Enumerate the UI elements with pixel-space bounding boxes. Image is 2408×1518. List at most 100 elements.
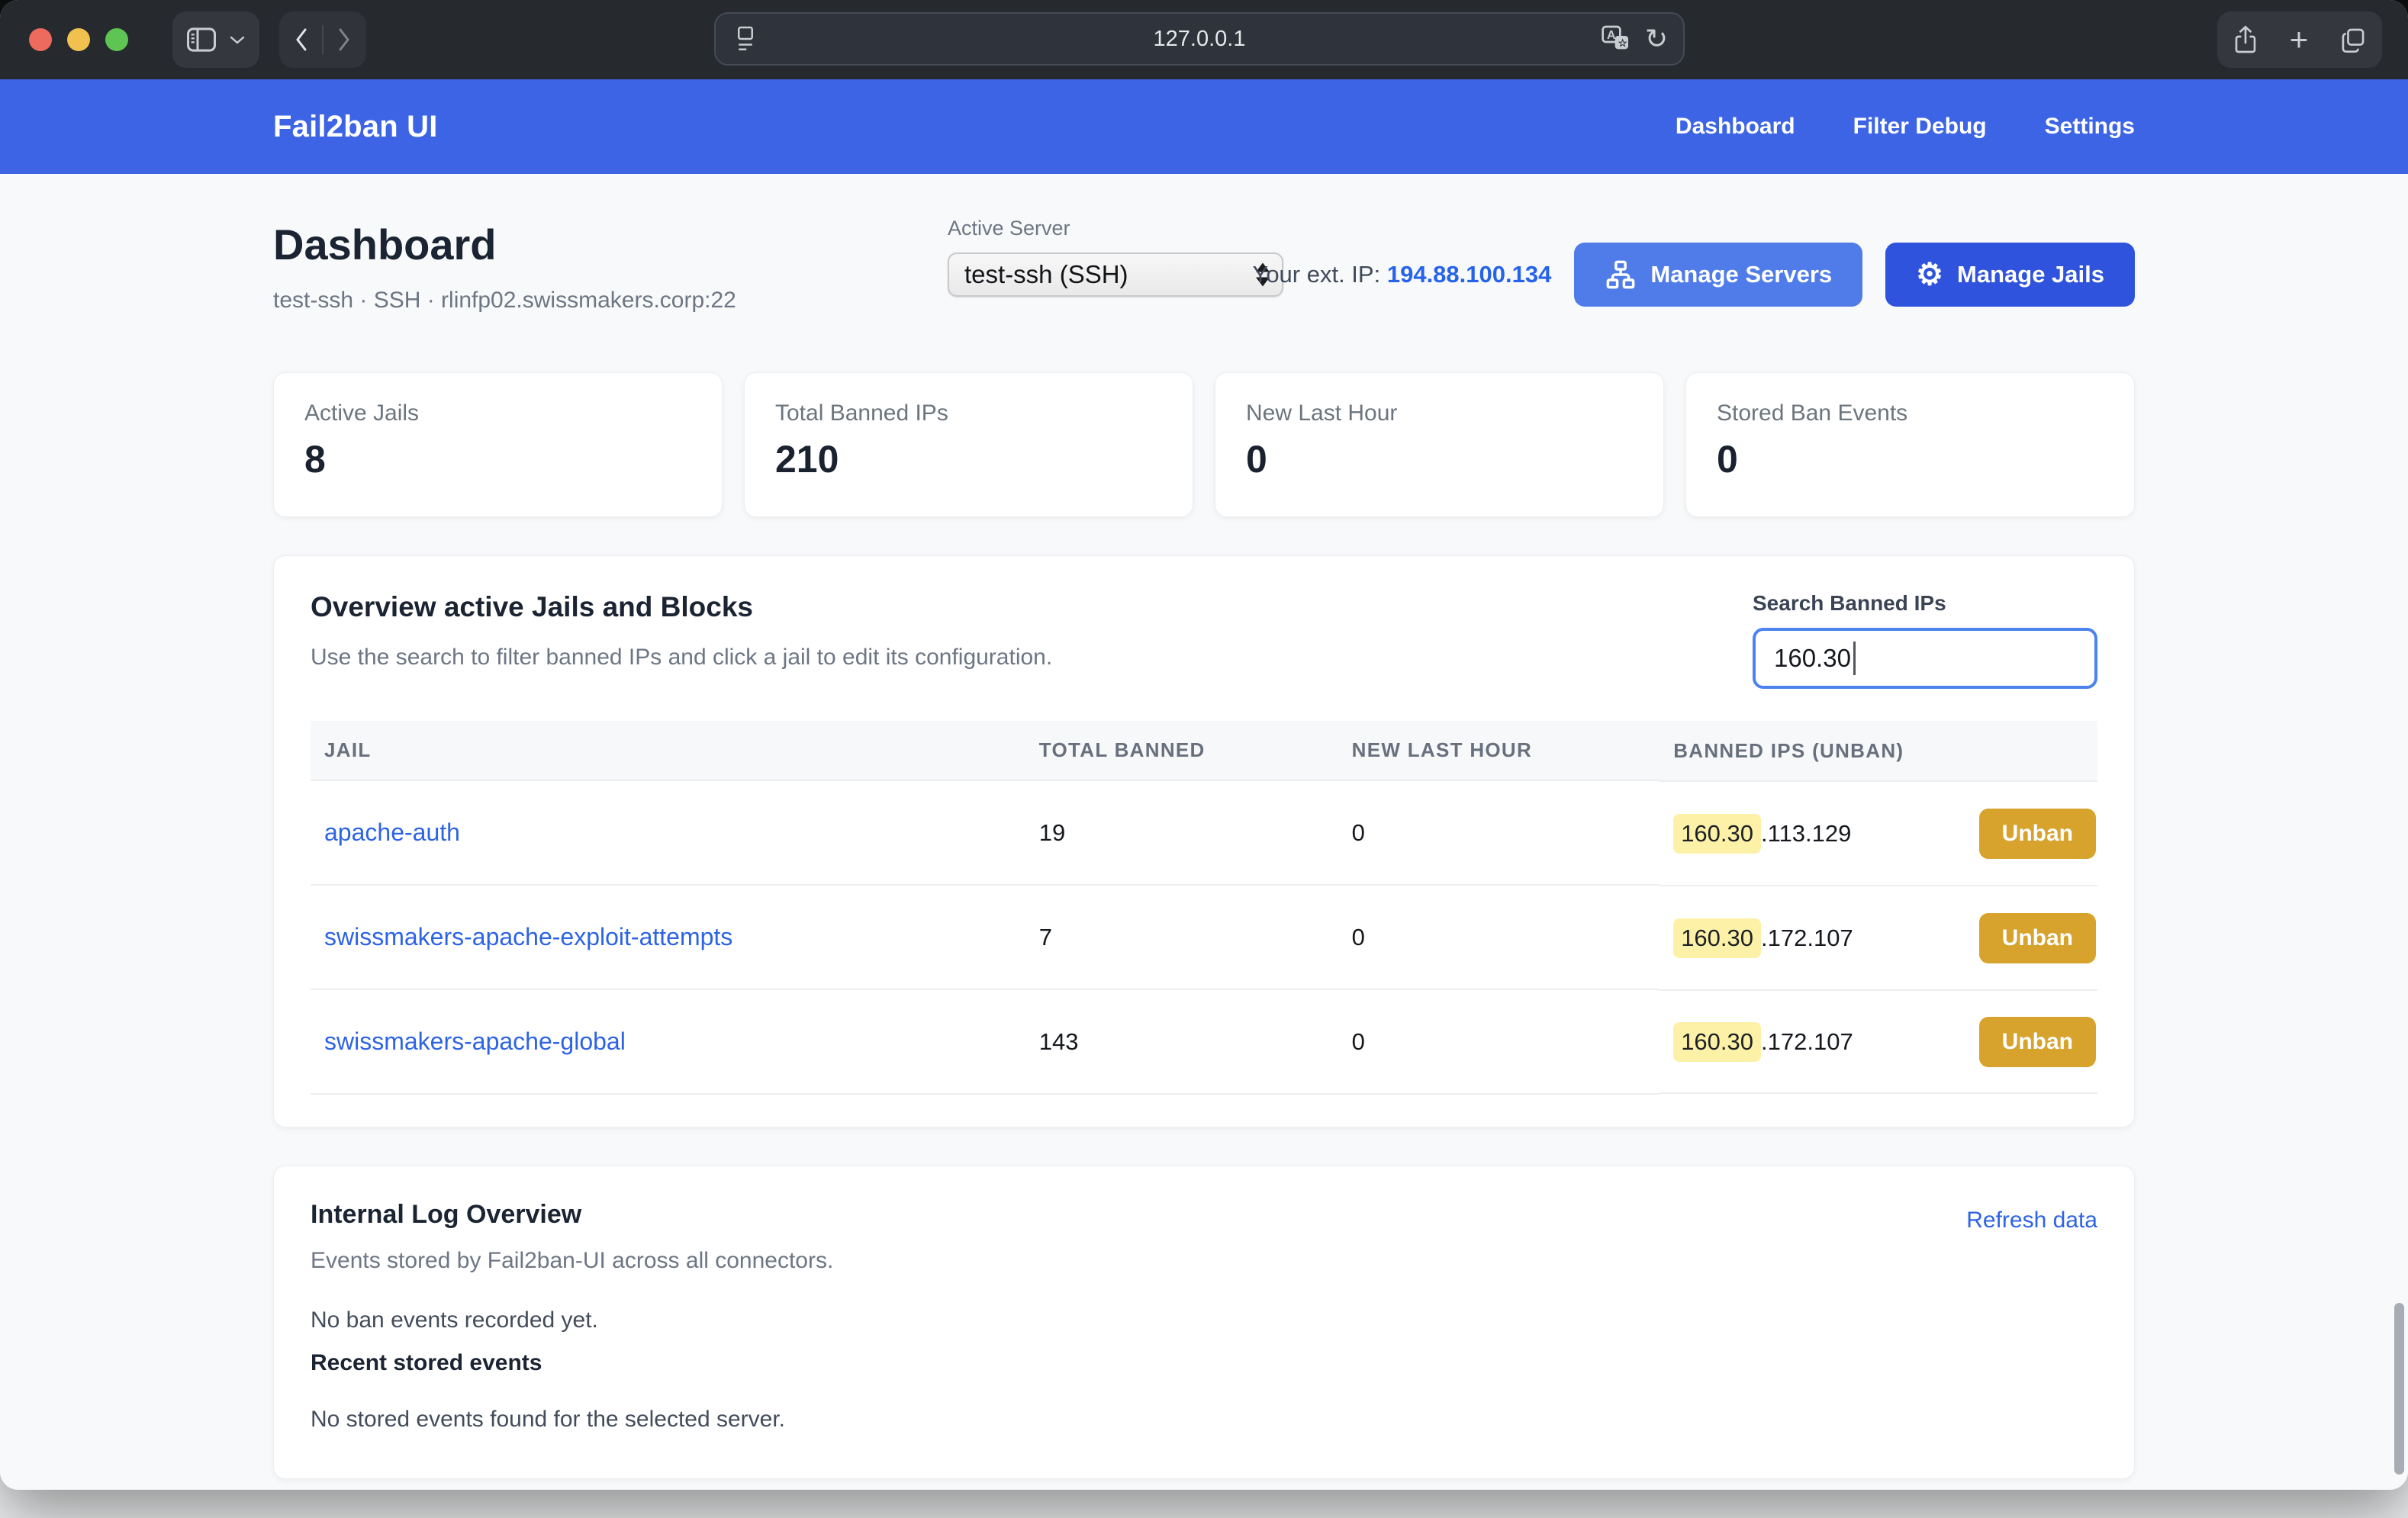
close-window-button[interactable] <box>29 28 52 51</box>
jail-link[interactable]: apache-auth <box>324 818 460 846</box>
log-title: Internal Log Overview <box>311 1200 833 1230</box>
header-actions: Your ext. IP: 194.88.100.134 <box>1252 243 2135 307</box>
log-heading-block: Internal Log Overview Events stored by F… <box>311 1200 833 1274</box>
gear-icon: ⚙ <box>1916 259 1943 290</box>
manage-jails-button[interactable]: ⚙ Manage Jails <box>1885 243 2135 307</box>
overview-title: Overview active Jails and Blocks <box>311 591 1052 623</box>
banned-ip: 160.30.172.107 <box>1673 918 1853 958</box>
url-text: 127.0.0.1 <box>716 27 1683 52</box>
table-row: swissmakers-apache-global 143 0 160.30.1… <box>311 989 2097 1094</box>
divider <box>322 25 324 54</box>
stat-card-stored-ban-events: Stored Ban Events 0 <box>1685 372 2135 517</box>
stat-label: Total Banned IPs <box>775 400 1162 426</box>
minimize-window-button[interactable] <box>67 28 90 51</box>
app-navbar: Fail2ban UI Dashboard Filter Debug Setti… <box>0 79 2408 174</box>
zoom-window-button[interactable] <box>105 28 128 51</box>
nav-item-settings[interactable]: Settings <box>2045 114 2135 140</box>
manage-servers-button[interactable]: Manage Servers <box>1574 243 1862 307</box>
table-row: swissmakers-apache-exploit-attempts 7 0 … <box>311 885 2097 989</box>
manage-jails-label: Manage Jails <box>1957 261 2104 288</box>
search-label: Search Banned IPs <box>1753 591 2097 616</box>
ip-highlight: 160.30 <box>1673 918 1761 958</box>
external-ip-value[interactable]: 194.88.100.134 <box>1387 261 1552 288</box>
active-server-label: Active Server <box>948 217 1283 240</box>
column-header-new-last-hour: New Last Hour <box>1338 721 1660 780</box>
forward-icon[interactable] <box>336 27 353 53</box>
refresh-data-link[interactable]: Refresh data <box>1966 1208 2097 1233</box>
ip-rest: .172.107 <box>1761 925 1853 952</box>
external-ip: Your ext. IP: 194.88.100.134 <box>1252 261 1551 288</box>
sidebar-controls <box>172 11 259 68</box>
new-tab-icon[interactable]: + <box>2290 24 2309 56</box>
back-icon[interactable] <box>293 27 310 53</box>
stat-value: 0 <box>1717 437 2104 481</box>
sitemap-icon <box>1605 259 1637 291</box>
stat-card-total-banned: Total Banned IPs 210 <box>744 372 1193 517</box>
ip-highlight: 160.30 <box>1673 1022 1761 1062</box>
text-caret <box>1853 642 1856 675</box>
search-banned-ips-input[interactable]: 160.30 <box>1753 628 2097 689</box>
address-bar[interactable]: 127.0.0.1 A ☆ ↻ <box>714 12 1685 66</box>
active-server-block: Active Server test-ssh (SSH) <box>948 217 1283 297</box>
page-body: Dashboard test-ssh · SSH · rlinfp02.swis… <box>0 174 2408 1490</box>
nav-item-filter-debug[interactable]: Filter Debug <box>1853 114 1987 140</box>
total-banned-value: 7 <box>1039 924 1052 950</box>
empty-ban-events-text: No ban events recorded yet. <box>311 1307 2097 1333</box>
column-header-banned-ips: Banned IPs (Unban) <box>1660 721 2097 780</box>
stat-label: New Last Hour <box>1246 400 1633 426</box>
nav-item-dashboard[interactable]: Dashboard <box>1676 114 1795 140</box>
banned-ip: 160.30.172.107 <box>1673 1022 1853 1062</box>
browser-window: 127.0.0.1 A ☆ ↻ <box>0 0 2408 1490</box>
total-banned-value: 143 <box>1039 1028 1079 1055</box>
stat-value: 0 <box>1246 437 1633 481</box>
toolbar-right: + <box>2217 11 2382 68</box>
overview-description: Use the search to filter banned IPs and … <box>311 645 1052 671</box>
stat-label: Active Jails <box>304 400 691 426</box>
empty-stored-events-text: No stored events found for the selected … <box>311 1407 2097 1433</box>
column-header-jail: Jail <box>311 721 1025 780</box>
banned-ip: 160.30.113.129 <box>1673 814 1851 854</box>
app-brand[interactable]: Fail2ban UI <box>273 110 438 144</box>
new-last-hour-value: 0 <box>1352 924 1365 950</box>
tab-overview-icon[interactable] <box>2340 27 2366 53</box>
ip-rest: .172.107 <box>1761 1028 1853 1056</box>
share-icon[interactable] <box>2233 24 2258 55</box>
recent-stored-events-title: Recent stored events <box>311 1350 2097 1376</box>
jail-link[interactable]: swissmakers-apache-exploit-attempts <box>324 923 732 950</box>
browser-chrome: 127.0.0.1 A ☆ ↻ <box>0 0 2408 79</box>
table-header-row: Jail Total Banned New Last Hour Banned I… <box>311 721 2097 780</box>
stat-card-new-last-hour: New Last Hour 0 <box>1215 372 1664 517</box>
active-server-value: test-ssh (SSH) <box>964 260 1128 289</box>
overview-card: Overview active Jails and Blocks Use the… <box>273 555 2135 1127</box>
stat-value: 8 <box>304 437 691 481</box>
scrollbar-thumb[interactable] <box>2394 1303 2404 1475</box>
internal-log-card: Internal Log Overview Events stored by F… <box>273 1166 2135 1479</box>
unban-button[interactable]: Unban <box>1979 809 2096 859</box>
stat-cards: Active Jails 8 Total Banned IPs 210 New … <box>273 372 2135 517</box>
chevron-down-icon[interactable] <box>229 34 246 45</box>
stat-label: Stored Ban Events <box>1717 400 2104 426</box>
unban-button[interactable]: Unban <box>1979 913 2096 963</box>
table-row: apache-auth 19 0 160.30.113.129 Unban <box>311 780 2097 885</box>
history-controls <box>279 11 366 68</box>
search-input-value: 160.30 <box>1774 644 1851 673</box>
external-ip-label: Your ext. IP: <box>1252 261 1380 288</box>
search-block: Search Banned IPs 160.30 <box>1753 591 2097 689</box>
stat-value: 210 <box>775 437 1162 481</box>
unban-button[interactable]: Unban <box>1979 1017 2096 1067</box>
manage-servers-label: Manage Servers <box>1650 261 1832 288</box>
nav-links: Dashboard Filter Debug Settings <box>1676 114 2135 140</box>
new-last-hour-value: 0 <box>1352 819 1365 846</box>
overview-heading-block: Overview active Jails and Blocks Use the… <box>311 591 1052 671</box>
ip-rest: .113.129 <box>1761 820 1851 847</box>
sidebar-toggle-icon[interactable] <box>186 27 217 53</box>
page-header: Dashboard test-ssh · SSH · rlinfp02.swis… <box>273 174 2135 349</box>
active-server-select[interactable]: test-ssh (SSH) <box>948 252 1283 297</box>
jail-link[interactable]: swissmakers-apache-global <box>324 1028 626 1055</box>
window-controls <box>29 28 128 51</box>
total-banned-value: 19 <box>1039 819 1065 846</box>
new-last-hour-value: 0 <box>1352 1028 1365 1055</box>
ip-highlight: 160.30 <box>1673 814 1761 854</box>
column-header-total-banned: Total Banned <box>1025 721 1338 780</box>
jails-table: Jail Total Banned New Last Hour Banned I… <box>311 721 2097 1095</box>
